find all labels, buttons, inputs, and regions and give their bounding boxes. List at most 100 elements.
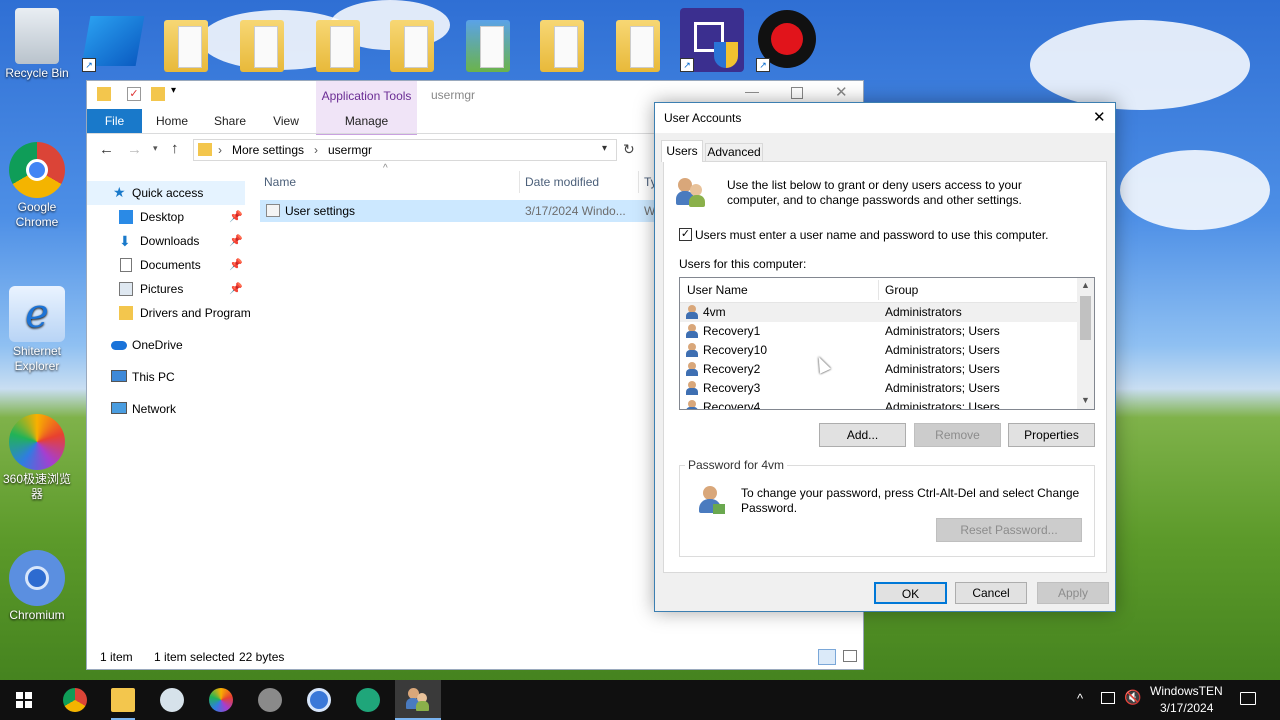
address-bar[interactable]: › More settings › usermgr ▾ bbox=[193, 139, 617, 161]
image-folder-icon bbox=[466, 20, 510, 72]
users-list-label: Users for this computer: bbox=[679, 257, 807, 271]
desktop-folder[interactable] bbox=[532, 8, 592, 72]
list-item[interactable]: Recovery10 Administrators; Users bbox=[680, 341, 1078, 360]
list-scrollbar[interactable]: ▲ ▼ bbox=[1077, 278, 1094, 409]
tab-manage[interactable]: Manage bbox=[316, 109, 417, 133]
scrollbar-thumb[interactable] bbox=[1080, 296, 1091, 340]
require-login-checkbox[interactable]: ✓ bbox=[679, 228, 692, 241]
desktop-folder[interactable] bbox=[156, 8, 216, 72]
folder-icon[interactable] bbox=[97, 87, 111, 101]
desktop-folder[interactable] bbox=[308, 8, 368, 72]
pin-icon[interactable]: 📌 bbox=[229, 253, 243, 277]
desktop-shortcut-recorder[interactable]: ↗ bbox=[756, 8, 816, 72]
tab-home[interactable]: Home bbox=[147, 109, 197, 133]
file-explorer-taskbar-icon[interactable] bbox=[111, 688, 135, 712]
users-icon bbox=[406, 688, 430, 712]
list-item[interactable]: Recovery1 Administrators; Users bbox=[680, 322, 1078, 341]
nav-item-pictures[interactable]: Pictures 📌 bbox=[87, 277, 245, 301]
pin-icon[interactable]: 📌 bbox=[229, 205, 243, 229]
customize-toolbar-icon[interactable]: ▾ bbox=[171, 85, 176, 96]
back-arrow-icon[interactable]: ← bbox=[99, 141, 114, 158]
forward-arrow-icon[interactable]: → bbox=[127, 141, 142, 158]
desktop-icon-google-chrome[interactable]: Google Chrome bbox=[1, 142, 73, 230]
network-tray-icon[interactable] bbox=[1101, 692, 1115, 704]
status-item-count: 1 item bbox=[100, 650, 133, 664]
scroll-down-icon[interactable]: ▼ bbox=[1081, 395, 1090, 405]
scroll-up-icon[interactable]: ▲ bbox=[1081, 280, 1090, 290]
cloud bbox=[1030, 20, 1250, 110]
list-item[interactable]: Recovery2 Administrators; Users bbox=[680, 360, 1078, 379]
up-arrow-icon[interactable]: ↑ bbox=[171, 140, 179, 157]
notifications-icon[interactable] bbox=[1240, 692, 1256, 705]
desktop-folder-image[interactable] bbox=[458, 8, 518, 72]
breadcrumb-usermgr[interactable]: usermgr bbox=[328, 143, 372, 157]
require-login-label[interactable]: Users must enter a user name and passwor… bbox=[695, 228, 1049, 242]
refresh-icon[interactable]: ↻ bbox=[623, 141, 635, 158]
add-user-button[interactable]: Add... bbox=[819, 423, 906, 447]
desktop-icon-chromium[interactable]: Chromium bbox=[1, 550, 73, 623]
desktop-icon-label: 360极速浏览器 bbox=[2, 472, 72, 501]
cancel-button[interactable]: Cancel bbox=[955, 582, 1027, 604]
chrome-taskbar-icon[interactable] bbox=[63, 688, 87, 712]
tab-share[interactable]: Share bbox=[205, 109, 255, 133]
close-icon[interactable]: ✕ bbox=[1093, 103, 1106, 133]
list-item[interactable]: Recovery3 Administrators; Users bbox=[680, 379, 1078, 398]
details-view-icon[interactable] bbox=[818, 649, 836, 665]
close-icon[interactable]: ✕ bbox=[835, 83, 848, 101]
reset-password-button[interactable]: Reset Password... bbox=[936, 518, 1082, 542]
nav-item-this-pc[interactable]: This PC bbox=[87, 365, 245, 389]
nav-item-network[interactable]: Network bbox=[87, 397, 245, 421]
pin-icon[interactable]: 📌 bbox=[229, 229, 243, 253]
properties-button[interactable]: Properties bbox=[1008, 423, 1095, 447]
desktop-folder[interactable] bbox=[232, 8, 292, 72]
minimize-icon[interactable]: — bbox=[745, 83, 759, 99]
nav-item-desktop[interactable]: Desktop 📌 bbox=[87, 205, 245, 229]
app-taskbar-icon[interactable] bbox=[160, 688, 184, 712]
tray-date[interactable]: 3/17/2024 bbox=[1160, 701, 1213, 715]
nav-item-quick-access[interactable]: ★ Quick access bbox=[87, 181, 245, 205]
breadcrumb-more-settings[interactable]: More settings bbox=[232, 143, 304, 157]
nav-item-documents[interactable]: Documents 📌 bbox=[87, 253, 245, 277]
desktop-icon-360-browser[interactable]: 360极速浏览器 bbox=[1, 414, 73, 502]
desktop-icon-internet-explorer[interactable]: e Shiternet Explorer bbox=[1, 286, 73, 374]
column-header-user-name[interactable]: User Name bbox=[687, 283, 748, 297]
maximize-icon[interactable] bbox=[791, 87, 803, 99]
nav-item-drivers[interactable]: Drivers and Program bbox=[87, 301, 251, 325]
nav-item-downloads[interactable]: ⬇ Downloads 📌 bbox=[87, 229, 245, 253]
desktop-icon-label: Shiternet Explorer bbox=[12, 344, 62, 373]
apply-button[interactable]: Apply bbox=[1037, 582, 1109, 604]
pin-icon[interactable]: 📌 bbox=[229, 277, 243, 301]
column-header-name[interactable]: Name bbox=[264, 171, 296, 193]
desktop-shortcut-blue-app[interactable]: ↗ bbox=[81, 8, 145, 72]
ok-button[interactable]: OK bbox=[874, 582, 947, 604]
tab-advanced[interactable]: Advanced bbox=[705, 143, 763, 161]
start-button[interactable] bbox=[16, 692, 32, 708]
large-icons-view-icon[interactable] bbox=[843, 650, 857, 662]
tray-machine-name: WindowsTEN bbox=[1150, 684, 1223, 698]
user-accounts-taskbar-button[interactable] bbox=[395, 680, 441, 720]
remove-user-button[interactable]: Remove bbox=[914, 423, 1001, 447]
new-folder-icon[interactable] bbox=[151, 87, 165, 101]
list-item[interactable]: Recovery4 Administrators; Users bbox=[680, 398, 1078, 409]
tab-view[interactable]: View bbox=[261, 109, 311, 133]
tab-users[interactable]: Users bbox=[661, 140, 703, 162]
chromium-taskbar-icon[interactable] bbox=[307, 688, 331, 712]
properties-icon[interactable]: ✓ bbox=[127, 87, 141, 101]
show-hidden-icons-icon[interactable]: ^ bbox=[1077, 691, 1083, 706]
desktop-folder[interactable] bbox=[382, 8, 442, 72]
desktop-folder[interactable] bbox=[608, 8, 668, 72]
chevron-down-icon[interactable]: ▾ bbox=[602, 143, 607, 154]
column-header-group[interactable]: Group bbox=[885, 283, 918, 297]
column-header-date[interactable]: Date modified bbox=[525, 171, 599, 193]
desktop-shortcut-cpu-app[interactable]: ↗ bbox=[680, 8, 744, 72]
raccoon-app-taskbar-icon[interactable] bbox=[258, 688, 282, 712]
nav-item-onedrive[interactable]: OneDrive bbox=[87, 333, 245, 357]
360-browser-taskbar-icon[interactable] bbox=[209, 688, 233, 712]
tab-file[interactable]: File bbox=[87, 109, 142, 133]
volume-muted-icon[interactable]: 🔇 bbox=[1124, 689, 1141, 706]
edge-taskbar-icon[interactable] bbox=[356, 688, 380, 712]
recent-locations-icon[interactable]: ▾ bbox=[153, 143, 158, 154]
list-item[interactable]: 4vm Administrators bbox=[680, 303, 1078, 322]
desktop-icon-recycle-bin[interactable]: Recycle Bin bbox=[1, 8, 73, 81]
file-row[interactable]: User settings 3/17/2024 Windo... W bbox=[260, 200, 660, 222]
